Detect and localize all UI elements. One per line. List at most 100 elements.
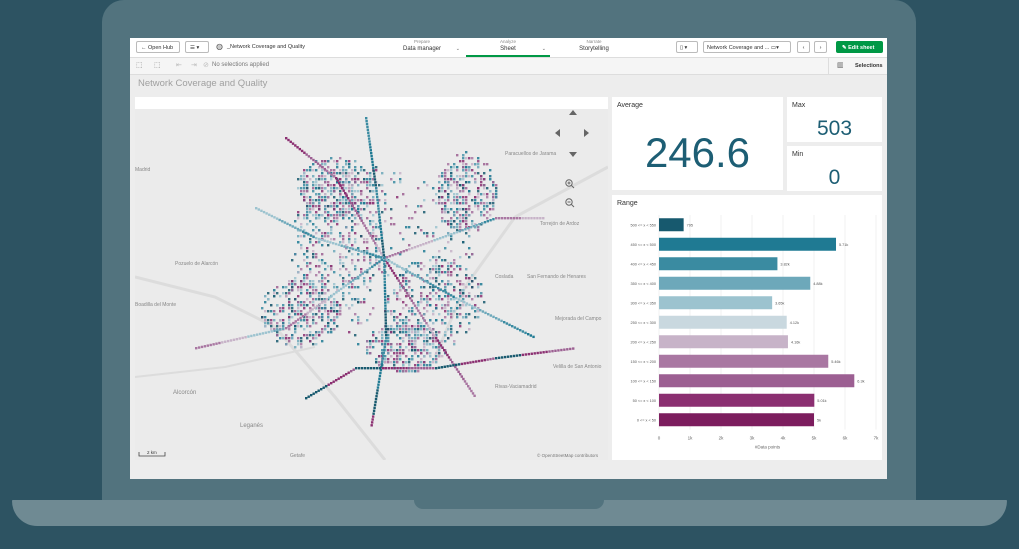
coverage-cell xyxy=(378,340,381,343)
coverage-cell xyxy=(429,319,432,322)
coverage-cell xyxy=(495,187,498,190)
coverage-cell xyxy=(378,331,381,334)
coverage-cell xyxy=(351,190,354,193)
coverage-cell xyxy=(399,349,402,352)
coverage-cell xyxy=(399,298,402,301)
coverage-cell xyxy=(462,220,465,223)
open-hub-button[interactable]: ← Open Hub xyxy=(136,41,180,53)
bookmark-button[interactable]: ▯ ▾ xyxy=(676,41,698,53)
next-sheet-button[interactable]: › xyxy=(814,41,827,53)
coverage-cell xyxy=(309,292,312,295)
coverage-cell xyxy=(429,343,432,346)
chevron-down-icon: ⌄ xyxy=(455,46,460,52)
coverage-cell xyxy=(369,149,372,152)
coverage-cell xyxy=(318,280,321,283)
coverage-cell xyxy=(447,280,450,283)
coverage-cell xyxy=(480,199,483,202)
coverage-cell xyxy=(324,307,327,310)
coverage-cell xyxy=(264,322,267,325)
coverage-cell xyxy=(459,190,462,193)
coverage-cell xyxy=(339,211,342,214)
step-forward-icon[interactable]: ⇥ xyxy=(191,61,197,69)
coverage-cell xyxy=(333,160,336,163)
coverage-cell xyxy=(321,190,324,193)
coverage-cell xyxy=(309,178,312,181)
coverage-cell xyxy=(387,301,390,304)
coverage-cell xyxy=(315,292,318,295)
coverage-cell xyxy=(435,265,438,268)
tab-analyze[interactable]: Analyze Sheet ⌄ xyxy=(466,39,550,57)
coverage-cell xyxy=(363,256,366,259)
coverage-cell xyxy=(462,190,465,193)
tab-prepare[interactable]: Prepare Data manager ⌄ xyxy=(380,39,464,55)
coverage-cell xyxy=(300,310,303,313)
coverage-cell xyxy=(460,375,463,378)
clear-selections-icon[interactable]: ⊘ xyxy=(203,61,209,69)
coverage-cell xyxy=(435,271,438,274)
coverage-cell xyxy=(381,360,384,363)
coverage-cell xyxy=(381,172,384,175)
coverage-cell xyxy=(486,220,489,223)
coverage-cell xyxy=(348,175,351,178)
coverage-cell xyxy=(432,310,435,313)
coverage-cell xyxy=(459,160,462,163)
coverage-cell xyxy=(483,193,486,196)
step-back-icon[interactable]: ⇤ xyxy=(176,61,182,69)
coverage-cell xyxy=(447,356,451,359)
coverage-cell xyxy=(318,175,321,178)
coverage-cell xyxy=(291,259,294,262)
coverage-cell xyxy=(360,268,363,271)
coverage-cell xyxy=(366,217,369,220)
map-panel[interactable]: Paracuellos de Jarama Torrejón de Ardoz … xyxy=(135,97,608,460)
previous-sheet-button[interactable]: ‹ xyxy=(797,41,810,53)
coverage-cell xyxy=(426,364,429,367)
coverage-cell xyxy=(287,138,290,142)
coverage-cell xyxy=(472,360,475,364)
coverage-cell xyxy=(459,373,462,376)
coverage-cell xyxy=(447,220,450,223)
coverage-cell xyxy=(471,274,474,277)
coverage-cell xyxy=(438,274,441,277)
coverage-cell xyxy=(435,259,438,262)
coverage-cell xyxy=(524,217,527,220)
range-chart-panel[interactable]: Range 0 1k 2k 3k 4k 5k 6k 7k #Data points 500 <= … xyxy=(612,195,882,460)
coverage-cell xyxy=(336,187,339,190)
coverage-cell xyxy=(405,319,408,322)
coverage-cell xyxy=(439,344,443,347)
coverage-cell xyxy=(465,223,468,226)
coverage-cell xyxy=(439,288,442,291)
coverage-cell xyxy=(369,184,372,187)
map-canvas[interactable]: Paracuellos de Jarama Torrejón de Ardoz … xyxy=(135,97,608,460)
global-menu-button[interactable]: ☰ ▾ xyxy=(185,41,209,53)
coverage-cell xyxy=(432,268,435,271)
coverage-cell xyxy=(426,295,429,298)
sheet-selector[interactable]: Network Coverage and ... ▭▾ xyxy=(703,41,791,53)
coverage-cell xyxy=(420,322,423,325)
coverage-cell xyxy=(354,196,357,199)
coverage-cell xyxy=(438,298,441,301)
coverage-cell xyxy=(444,220,447,223)
coverage-cell xyxy=(387,310,390,313)
coverage-cell xyxy=(450,310,453,313)
coverage-cell xyxy=(411,289,414,292)
coverage-cell xyxy=(381,367,385,370)
coverage-cell xyxy=(480,214,483,217)
coverage-cell xyxy=(420,367,423,370)
coverage-cell xyxy=(459,307,462,310)
coverage-cell xyxy=(288,289,291,292)
range-bar-chart[interactable]: 0 1k 2k 3k 4k 5k 6k 7k#Data points500 <= x < 55… xyxy=(612,195,882,460)
coverage-cell xyxy=(441,175,444,178)
coverage-cell xyxy=(327,325,330,328)
tab-narrate[interactable]: Narrate Storytelling xyxy=(552,39,636,55)
coverage-cell xyxy=(455,363,458,367)
coverage-cell xyxy=(354,181,357,184)
selections-button[interactable]: ▥ Selections xyxy=(828,58,887,74)
coverage-cell xyxy=(471,163,474,166)
edit-sheet-button[interactable]: ✎ Edit sheet xyxy=(836,41,883,53)
coverage-cell xyxy=(306,274,309,277)
coverage-cell xyxy=(255,207,258,210)
selections-tool-icon[interactable]: ⬚ xyxy=(154,61,161,69)
coverage-cell xyxy=(408,292,411,295)
coverage-cell xyxy=(380,233,383,237)
smart-search-icon[interactable]: ⬚ xyxy=(136,61,143,69)
